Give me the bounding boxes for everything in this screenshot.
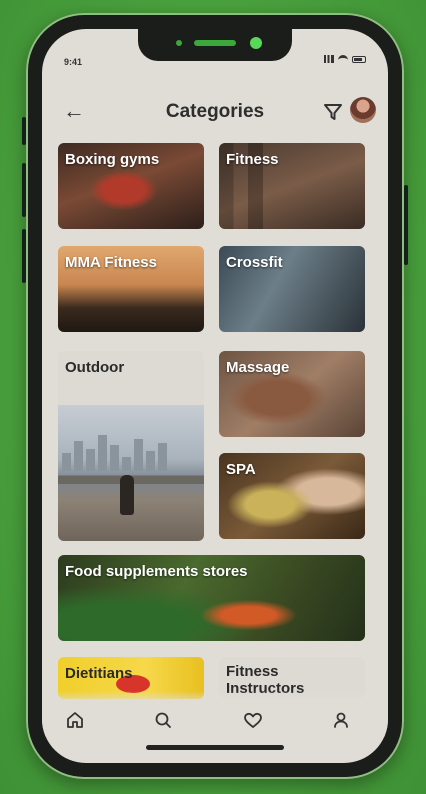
filter-icon[interactable] <box>322 101 344 123</box>
category-label: Fitness <box>226 151 279 168</box>
category-label: Food supplements stores <box>65 563 248 580</box>
sensor-dot <box>176 40 182 46</box>
category-tile-boxing[interactable]: Boxing gyms <box>58 143 204 229</box>
city-skyline <box>58 433 204 471</box>
wifi-icon <box>338 55 348 63</box>
app-header: ← Categories <box>42 93 388 129</box>
category-label: Outdoor <box>65 359 125 376</box>
outdoor-photo <box>58 405 204 541</box>
category-tile-fitness[interactable]: Fitness <box>219 143 365 229</box>
bottom-tab-bar <box>42 701 388 737</box>
category-tile-spa[interactable]: SPA <box>219 453 365 539</box>
category-label: Massage <box>226 359 290 376</box>
notch <box>138 29 292 61</box>
profile-icon[interactable] <box>328 707 354 733</box>
front-camera <box>250 37 262 49</box>
power-button <box>404 185 408 265</box>
signal-icon <box>324 55 334 63</box>
runner-figure <box>120 475 134 515</box>
search-icon[interactable] <box>150 707 176 733</box>
battery-icon <box>352 55 366 63</box>
category-label: SPA <box>226 461 256 478</box>
category-tile-outdoor[interactable]: Outdoor <box>58 351 204 541</box>
mute-switch <box>22 117 26 145</box>
volume-down-button <box>22 229 26 283</box>
category-tile-massage[interactable]: Massage <box>219 351 365 437</box>
category-label: MMA Fitness <box>65 254 157 271</box>
phone-frame: 9:41 ← Categories Boxing gyms Fitness MM… <box>22 13 408 779</box>
category-tile-mma[interactable]: MMA Fitness <box>58 246 204 332</box>
home-indicator[interactable] <box>146 745 284 750</box>
volume-up-button <box>22 163 26 217</box>
avatar[interactable] <box>350 97 376 123</box>
heart-icon[interactable] <box>240 707 266 733</box>
home-icon[interactable] <box>62 707 88 733</box>
category-tile-food-supplements[interactable]: Food supplements stores <box>58 555 365 641</box>
app-screen: 9:41 ← Categories Boxing gyms Fitness MM… <box>42 29 388 763</box>
category-label: Boxing gyms <box>65 151 160 168</box>
speaker-grill <box>194 40 236 46</box>
category-label: Dietitians <box>65 665 133 682</box>
status-icons <box>324 55 366 63</box>
category-tile-crossfit[interactable]: Crossfit <box>219 246 365 332</box>
category-label: Crossfit <box>226 254 283 271</box>
status-time: 9:41 <box>64 57 83 67</box>
